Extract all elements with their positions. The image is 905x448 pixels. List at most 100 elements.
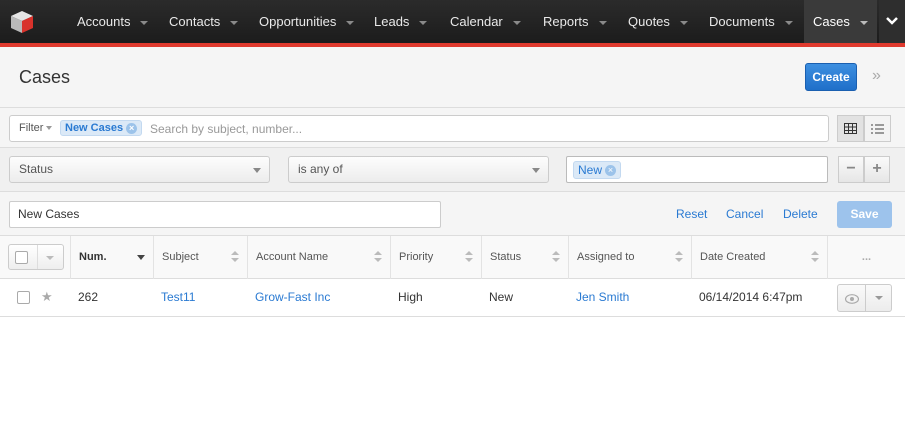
column-header-subject[interactable]: Subject [154,236,248,279]
column-header-priority[interactable]: Priority [391,236,482,279]
caret-down-icon[interactable] [679,20,688,25]
value-pill-label: New [578,163,603,177]
column-header-status[interactable]: Status [482,236,569,279]
create-button[interactable]: Create [805,63,857,91]
nav-label: Reports [543,14,589,29]
list-icon [871,124,884,135]
nav-leads[interactable]: Leads [374,0,428,43]
nav-label: Contacts [169,14,221,29]
top-navigation: Accounts Contacts Opportunities Leads Ca… [0,0,905,43]
cell-date-created: 06/14/2014 6:47pm [699,290,803,304]
caret-down-icon[interactable] [230,20,239,25]
sort-icon[interactable] [675,251,683,263]
search-input[interactable]: Search by subject, number... [150,122,302,136]
caret-down-icon[interactable] [859,20,868,25]
table-header: Num. Subject Account Name Priority Statu… [0,236,905,279]
column-header-account-name[interactable]: Account Name [248,236,391,279]
filter-name-input[interactable]: New Cases [9,201,441,228]
caret-down-icon[interactable] [875,296,883,300]
cancel-link[interactable]: Cancel [726,207,763,221]
nav-calendar[interactable]: Calendar [450,0,521,43]
sort-icon[interactable] [231,251,239,263]
cell-assigned-link[interactable]: Jen Smith [576,279,629,317]
column-label: Priority [399,251,434,263]
save-button[interactable]: Save [837,201,892,228]
operator-select[interactable]: is any of [288,156,549,183]
column-label: Subject [162,251,199,263]
activity-view-toggle[interactable] [864,115,891,142]
caret-down-icon[interactable] [46,256,54,260]
column-header-date-created[interactable]: Date Created [692,236,828,279]
column-label: Num. [79,251,107,263]
value-pill[interactable]: New × [573,161,622,179]
caret-down-icon[interactable] [346,20,355,25]
nav-cases[interactable]: Cases [804,0,877,43]
column-options-button[interactable]: ... [828,236,905,279]
select-all-checkbox[interactable] [15,251,28,264]
sort-descending-icon[interactable] [137,255,145,260]
caret-down-icon[interactable] [784,20,793,25]
active-filter-pill[interactable]: New Cases × [60,120,143,136]
sort-icon[interactable] [465,251,473,263]
nav-quotes[interactable]: Quotes [628,0,688,43]
add-row-button[interactable]: + [864,156,890,183]
divider [37,245,38,269]
filter-bar: Filter New Cases × Search by subject, num… [0,108,905,148]
list-view-toggle[interactable] [837,115,864,142]
sort-icon[interactable] [552,251,560,263]
caret-down-icon[interactable] [140,20,149,25]
sort-icon[interactable] [374,251,382,263]
caret-down-icon [46,126,53,131]
nav-reports[interactable]: Reports [543,0,607,43]
column-label: Assigned to [577,251,635,263]
nav-documents[interactable]: Documents [709,0,793,43]
nav-label: Opportunities [259,14,337,29]
remove-row-button[interactable]: − [838,156,864,183]
cell-priority: High [398,290,423,304]
filter-definition-row: Status is any of New × − + [0,148,905,192]
reset-link[interactable]: Reset [676,207,707,221]
caret-down-icon[interactable] [598,20,607,25]
filter-label: Filter [19,122,44,134]
double-chevron-right-icon[interactable]: » [872,67,881,85]
nav-label: Accounts [77,14,131,29]
nav-label: Cases [813,14,850,29]
page-header: Cases Create » [0,47,905,108]
nav-label: Documents [709,14,775,29]
column-label: Date Created [700,251,766,263]
cell-subject-link[interactable]: Test11 [161,279,195,317]
nav-more-button[interactable] [879,0,905,43]
remove-value-icon[interactable]: × [605,165,617,177]
remove-filter-icon[interactable]: × [126,122,138,134]
nav-label: Quotes [628,14,670,29]
row-actions-dropdown[interactable] [837,284,892,312]
filter-save-row: New Cases Reset Cancel Delete Save [0,192,905,236]
nav-accounts[interactable]: Accounts [77,0,149,43]
star-favorite-icon[interactable]: ★ [41,289,53,305]
filter-value-input[interactable]: New × [566,156,828,183]
nav-label: Leads [374,14,410,29]
table-row[interactable]: ★ 262 Test11 Grow-Fast Inc High New Jen … [0,279,905,317]
search-box[interactable]: Filter New Cases × Search by subject, num… [9,115,829,142]
nav-contacts[interactable]: Contacts [169,0,239,43]
active-filter-label: New Cases [65,122,124,134]
column-label: Status [490,251,522,263]
logo-cube-icon[interactable] [8,9,36,35]
nav-label: Calendar [450,14,503,29]
row-checkbox[interactable] [17,291,30,304]
column-header-num[interactable]: Num. [71,236,154,279]
caret-down-icon [253,168,261,173]
caret-down-icon[interactable] [419,20,428,25]
field-select-value: Status [19,162,54,176]
filter-dropdown[interactable]: Filter [19,122,53,134]
delete-link[interactable]: Delete [783,207,818,221]
field-select[interactable]: Status [9,156,270,183]
nav-opportunities[interactable]: Opportunities [259,0,355,43]
caret-down-icon[interactable] [512,20,521,25]
sort-icon[interactable] [811,251,819,263]
preview-eye-icon[interactable] [838,285,866,311]
mass-select-dropdown[interactable] [8,244,64,270]
column-header-assigned-to[interactable]: Assigned to [569,236,692,279]
cell-account-link[interactable]: Grow-Fast Inc [255,279,330,317]
select-column-header [0,236,71,279]
